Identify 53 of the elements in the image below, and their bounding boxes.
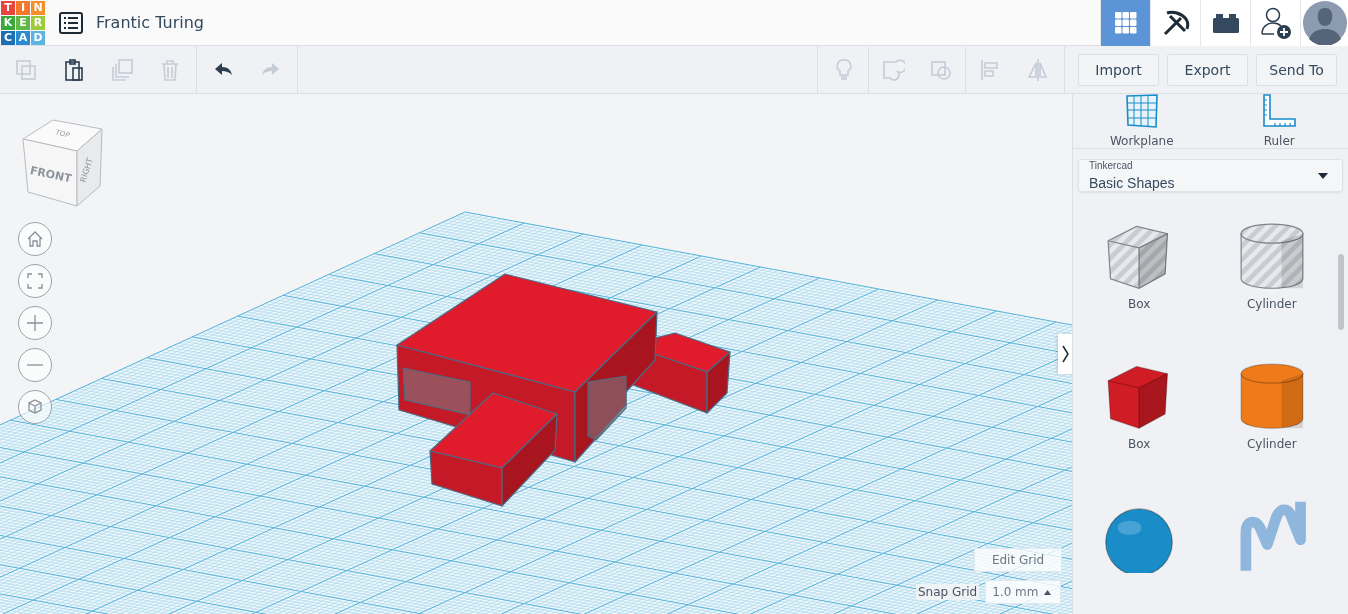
duplicate-icon bbox=[110, 57, 134, 82]
design-list-button[interactable] bbox=[59, 11, 83, 34]
caret-icon bbox=[1318, 172, 1328, 179]
zoom-in-icon bbox=[25, 313, 45, 333]
logo-letter: A bbox=[16, 30, 30, 45]
logo-letter: T bbox=[1, 0, 15, 15]
fit-icon bbox=[25, 271, 45, 291]
ortho-button[interactable] bbox=[18, 390, 52, 424]
brick-button[interactable] bbox=[1200, 0, 1250, 46]
toolbar-action-button[interactable]: Export bbox=[1167, 53, 1248, 86]
panel-collapse-handle[interactable] bbox=[1058, 334, 1072, 374]
pickaxe-button[interactable] bbox=[1150, 0, 1200, 46]
zoom-out-button[interactable] bbox=[18, 348, 52, 382]
home-button[interactable] bbox=[18, 222, 52, 256]
shape-item[interactable]: Cylinder bbox=[1205, 217, 1338, 347]
edit-grid-button[interactable]: Edit Grid bbox=[974, 548, 1062, 572]
shape-item[interactable]: Box bbox=[1073, 217, 1206, 347]
logo-letter: D bbox=[31, 30, 45, 45]
list-icon bbox=[59, 11, 83, 34]
logo-letter: I bbox=[16, 0, 30, 15]
grid-icon bbox=[1114, 11, 1137, 34]
design-title[interactable]: Frantic Turing bbox=[96, 13, 204, 32]
toolbar-action-button[interactable]: Import bbox=[1078, 53, 1159, 86]
toolbar-action-button[interactable]: Send To bbox=[1256, 53, 1337, 86]
brick-icon bbox=[1212, 12, 1239, 33]
copy-icon bbox=[14, 57, 38, 82]
fit-button[interactable] bbox=[18, 264, 52, 298]
home-icon bbox=[25, 229, 45, 249]
snap-grid-label: Snap Grid bbox=[916, 584, 980, 600]
logo-letter: R bbox=[31, 15, 45, 30]
shape-item[interactable]: Box bbox=[1073, 357, 1206, 487]
caret-icon bbox=[1044, 589, 1052, 595]
ruler-icon bbox=[1262, 94, 1297, 128]
avatar-icon bbox=[1302, 0, 1347, 45]
add-user-icon bbox=[1259, 5, 1292, 40]
logo-letter: K bbox=[1, 15, 15, 30]
shape-library-dropdown[interactable]: Tinkercad Basic Shapes bbox=[1078, 159, 1343, 192]
zoom-in-button[interactable] bbox=[18, 306, 52, 340]
group-icon bbox=[881, 57, 905, 82]
scrollbar[interactable] bbox=[1338, 254, 1344, 330]
workplane-button[interactable]: Workplane bbox=[1073, 94, 1211, 148]
logo[interactable]: T I N K E R C A D bbox=[1, 0, 45, 45]
ruler-button[interactable]: Ruler bbox=[1210, 94, 1348, 148]
logo-letter: E bbox=[16, 15, 30, 30]
chevron-icon bbox=[1061, 345, 1069, 363]
paste-icon bbox=[62, 57, 86, 82]
add-user-button[interactable] bbox=[1250, 0, 1300, 46]
snap-grid-field[interactable]: 1.0 mm bbox=[985, 580, 1062, 604]
mirror-icon bbox=[1026, 57, 1050, 82]
logo-letter: C bbox=[1, 30, 15, 45]
avatar-button[interactable] bbox=[1300, 0, 1348, 46]
logo-letter: N bbox=[31, 0, 45, 15]
shape-item[interactable]: Cylinder bbox=[1205, 357, 1338, 487]
